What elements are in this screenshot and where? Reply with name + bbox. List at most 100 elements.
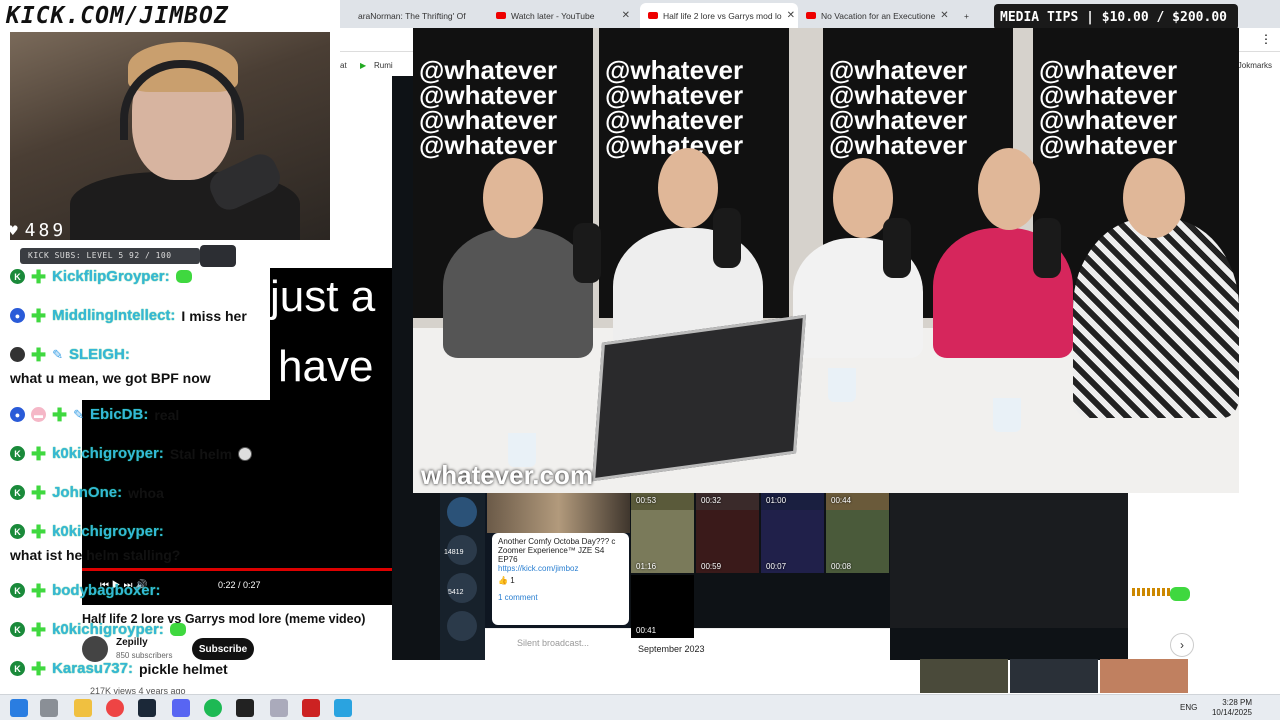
app-icon[interactable] [302,699,320,717]
media-tips-text: MEDIA TIPS | $10.00 / $200.00 [1000,9,1227,25]
steam-icon[interactable] [138,699,156,717]
kick-badge-icon: K [10,661,25,676]
host-5 [1073,218,1239,418]
month-separator: September 2023 [638,644,705,654]
viewer-count: 489 [24,219,67,241]
chat-message: ● ✚ MiddlingIntellect: I miss her [10,305,247,326]
chat-username[interactable]: SLEIGH: [69,346,130,363]
close-icon[interactable]: ✕ [940,10,948,21]
host-5-head [1123,158,1185,238]
progress-dash [1132,588,1172,596]
subscribe-button[interactable]: Subscribe [192,638,254,660]
host-4-head [978,148,1040,230]
sub-badge-icon: ✚ [31,619,47,640]
kick-badge-icon: K [10,583,25,598]
close-icon[interactable]: ✕ [787,10,795,21]
tab-label: araNorman: The Thrifting' Of [358,10,466,21]
cup [993,398,1021,432]
youtube-player[interactable] [82,400,392,605]
video-time: 0:22 / 0:27 [218,580,261,590]
podcast-mic [883,218,911,278]
channel-avatar[interactable] [82,636,108,662]
windows-taskbar: ENG 3:28 PM 10/14/2025 [0,694,1280,720]
unread-badge: 5412 [448,589,464,596]
emote-icon [175,270,192,283]
kick-badge-icon: K [10,269,25,284]
chat-text: whoa [128,484,164,501]
suggested-thumb[interactable] [1010,659,1098,693]
clock-date: 10/14/2025 [1211,708,1252,717]
sub-badge-icon: ✚ [31,658,47,679]
chat-text: pickle helmet [138,660,228,677]
chat-username[interactable]: k0kichigroyper: [52,621,164,638]
pink-badge-icon: ▬ [31,407,46,422]
post-text: Another Comfy Octoba Day??? c Zoomer Exp… [498,537,616,564]
chat-text: what ist he helm stalling? [10,547,181,563]
start-icon[interactable] [10,699,28,717]
file-explorer-icon[interactable] [74,699,92,717]
app-icon[interactable] [270,699,288,717]
subs-goal-bar: KICK SUBS: LEVEL 5 92 / 100 [20,248,200,264]
chat-username[interactable]: MiddlingIntellect: [52,307,175,324]
podcast-mic [713,208,741,268]
chat-text: real [154,406,180,423]
lyric-overlay: just a i have [270,268,392,400]
channel-name[interactable]: Zepilly [116,637,148,648]
tab-no-vacation[interactable]: No Vacation for an Executione ✕ [798,3,956,28]
video-progress-bar[interactable] [82,568,392,571]
telegram-icon[interactable] [334,699,352,717]
thumb-duration: 00:53 [636,496,657,505]
chat-username[interactable]: EbicDB: [90,406,148,423]
all-bookmarks[interactable]: Jokmarks [1238,61,1272,70]
youtube-suggestions: › [1128,493,1280,660]
skull-emote-icon [238,446,253,461]
chat-username[interactable]: KickflipGroyper: [52,268,170,285]
suggested-thumb[interactable] [920,659,1008,693]
youtube-sidebar [1239,76,1280,496]
chrome-icon[interactable] [106,699,124,717]
post-link[interactable]: https://kick.com/jimboz [498,564,623,573]
tab-watch-later[interactable]: Watch later - YouTube ✕ [488,3,638,28]
comments-link[interactable]: 1 comment [498,593,623,602]
next-arrow-icon[interactable]: › [1170,633,1194,657]
chat-username[interactable]: Karasu737: [52,660,133,677]
telegram-channel-list: 14819 5412 [440,493,485,660]
bookmark-rumble[interactable]: Rumi [374,61,393,70]
tab-half-life[interactable]: Half life 2 lore vs Garrys mod lo ✕ [640,3,798,28]
language-indicator[interactable]: ENG [1180,703,1197,712]
sub-badge-icon: ✚ [52,404,68,425]
laptop [592,314,806,482]
chat-username[interactable]: k0kichigroyper: [52,523,164,540]
menu-icon[interactable]: ⋮ [1260,32,1272,46]
close-icon[interactable]: ✕ [622,10,630,21]
telegram-right-panel [890,493,1128,628]
reaction[interactable]: 👍 1 [498,576,623,585]
suggested-thumb[interactable] [1100,659,1188,693]
emote-icon [169,623,186,636]
tab-aranorman[interactable]: araNorman: The Thrifting' Of [350,3,490,28]
emote [1170,587,1190,601]
channel-avatar[interactable] [447,611,477,641]
chat-username[interactable]: bodybagboxer: [52,582,160,599]
sub-badge-icon: ✚ [31,521,47,542]
sub-badge-icon: ✚ [31,266,47,287]
podcast-video[interactable]: @whatever @whatever @whatever @whatever @wh… [413,28,1239,493]
bookmark-item[interactable]: at [340,61,347,70]
system-clock[interactable]: 3:28 PM 10/14/2025 [1212,698,1252,718]
kick-logo-icon [200,245,236,267]
sub-badge-icon: ✚ [31,305,47,326]
new-tab-button[interactable]: + [956,3,980,28]
sub-badge-icon: ✚ [31,580,47,601]
obs-icon[interactable] [236,699,254,717]
chat-username[interactable]: JohnOne: [52,484,122,501]
channel-avatar[interactable] [447,573,477,603]
discord-icon[interactable] [172,699,190,717]
task-view-icon[interactable] [40,699,58,717]
spotify-icon[interactable] [204,699,222,717]
bookmark-icon[interactable] [447,497,477,527]
chat-username[interactable]: k0kichigroyper: [52,445,164,462]
lyric-line: i have [270,342,374,391]
media-tips-goal: MEDIA TIPS | $10.00 / $200.00 [994,4,1238,30]
badge-icon: ● [10,308,25,323]
pencil-badge-icon: ✎ [52,346,63,362]
